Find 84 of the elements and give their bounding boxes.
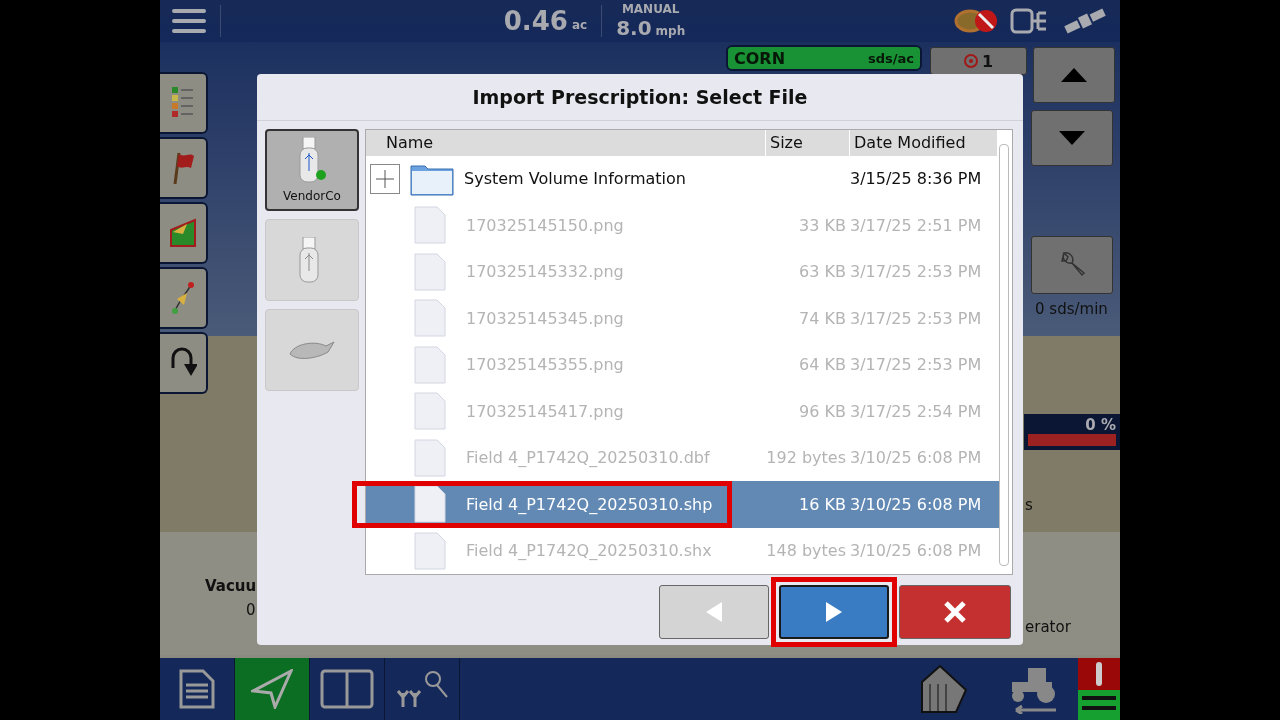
area-unit: ac [571,18,588,32]
file-date: 3/10/25 6:08 PM [850,541,982,561]
file-icon [414,345,446,384]
label-fragment: erator [1025,618,1071,636]
file-size: 64 KB [799,355,846,375]
rate-reading: 0 sds/min [1035,300,1108,318]
split-screen-icon [320,669,374,709]
guidance-line-icon [171,281,195,315]
wrench-button[interactable] [1031,236,1113,294]
file-date: 3/15/25 8:36 PM [850,169,982,189]
progress-reading: 0 % [1085,416,1116,434]
area-value: 0.46 [503,6,568,36]
file-name: 170325145417.png [466,401,624,421]
wrench-icon [1058,251,1086,279]
file-icon [414,392,446,431]
product-name: CORN [734,48,786,68]
menu-icon[interactable] [172,8,206,34]
expand-icon[interactable] [370,163,400,194]
source-button[interactable]: VendorCo [265,129,359,211]
close-icon [943,600,967,624]
file-size: 96 KB [799,401,846,421]
file-name: Field 4_P1742Q_20250310.shp [466,494,713,514]
dialog-title: Import Prescription: Select File [257,74,1023,121]
file-name: 170325145332.png [466,262,624,282]
file-name: 170325145345.png [466,308,624,328]
file-size: 33 KB [799,215,846,235]
speed-value: 8.0 [616,16,652,40]
file-name: 170325145150.png [466,215,624,235]
side-tab[interactable] [160,72,208,134]
flag-icon [171,151,195,185]
speed-unit: mph [655,24,686,38]
side-tab[interactable] [160,202,208,264]
down-triangle-icon [1059,131,1085,145]
up-button[interactable] [1033,47,1115,103]
file-date: 3/10/25 6:08 PM [850,494,982,514]
target-button[interactable]: 1 [930,47,1027,75]
file-date: 3/17/25 2:53 PM [850,308,982,328]
label-fragment: s [1025,496,1033,514]
file-icon [414,531,446,570]
file-date: 3/17/25 2:54 PM [850,401,982,421]
document-icon [179,669,215,709]
column-header[interactable]: Size [766,130,850,156]
scrollbar[interactable] [999,144,1009,566]
file-date: 3/17/25 2:53 PM [850,355,982,375]
column-header[interactable]: Name [366,130,766,156]
file-icon [414,438,446,477]
file-name: 170325145355.png [466,355,624,375]
product-unit: sds/ac [868,50,914,66]
legend-icon [171,86,195,120]
bottom-tab[interactable] [235,658,310,720]
navigation-arrow-icon [251,669,293,709]
vacuum-value: 0 [246,601,256,619]
up-triangle-icon [1061,68,1087,82]
file-name: Field 4_P1742Q_20250310.dbf [466,448,710,468]
plants-icon [395,669,449,709]
target-icon [963,54,978,68]
vacuum-label: Vacuu [205,577,258,595]
side-tab[interactable] [160,332,208,394]
down-button[interactable] [1031,110,1113,166]
satellite-icon[interactable] [1062,8,1108,34]
side-tab[interactable] [160,267,208,329]
file-icon [414,485,446,524]
file-size: 63 KB [799,262,846,282]
file-size: 148 bytes [766,541,846,561]
file-size: 74 KB [799,308,846,328]
next-button[interactable] [779,585,889,639]
file-icon [414,206,446,245]
file-size: 192 bytes [766,448,846,468]
file-date: 3/10/25 6:08 PM [850,448,982,468]
file-icon [414,299,446,338]
planter-status-icon[interactable] [1078,658,1120,720]
no-signal-icon[interactable] [954,8,1000,34]
steering-mode: MANUAL [621,2,680,16]
file-date: 3/17/25 2:53 PM [850,262,982,282]
column-header[interactable]: Date Modified [850,130,998,156]
file-date: 3/17/25 2:51 PM [850,215,982,235]
file-name: Field 4_P1742Q_20250310.shx [466,541,712,561]
file-size: 16 KB [799,494,846,514]
coverage-chart-icon [169,218,197,248]
file-row[interactable]: System Volume Information 3/15/25 8:36 PM [366,155,1000,203]
cancel-button[interactable] [899,585,1011,639]
side-tab[interactable] [160,137,208,199]
file-icon [414,252,446,291]
file-name: System Volume Information [464,169,686,189]
